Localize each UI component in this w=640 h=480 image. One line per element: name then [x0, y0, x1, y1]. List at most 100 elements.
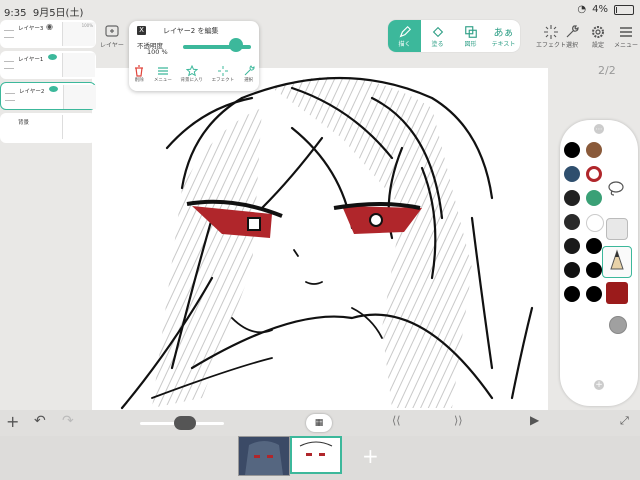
- tool-fill[interactable]: 塗る: [421, 20, 454, 52]
- settings-button[interactable]: 設定: [590, 24, 606, 49]
- layer-add-icon: [105, 25, 119, 37]
- tool-shapes-label: 図形: [464, 40, 477, 48]
- layer-name: 背景: [18, 120, 30, 126]
- layer-select-label: 選択: [244, 78, 254, 83]
- favorite-button[interactable]: 背景に入り: [180, 65, 203, 83]
- color-swatch[interactable]: [564, 190, 580, 206]
- drawing-canvas[interactable]: [92, 68, 548, 410]
- brush-color-tool[interactable]: [606, 282, 628, 304]
- layer-edit-popup: X レイヤー2 を編集 不透明度 100 % 削除 メニュー 背景に入り エフェ…: [129, 21, 259, 91]
- drag-handle-icon[interactable]: [5, 93, 15, 101]
- eye-closed-icon[interactable]: ◉: [46, 22, 53, 31]
- color-swatch[interactable]: [586, 214, 604, 232]
- play-icon[interactable]: ▶: [530, 413, 539, 427]
- add-color-icon[interactable]: +: [594, 380, 604, 390]
- tool-text[interactable]: あぁ テキスト: [487, 20, 520, 52]
- delete-button[interactable]: 削除: [133, 65, 145, 83]
- color-swatch[interactable]: [564, 142, 580, 158]
- layer-item-1[interactable]: レイヤー1: [0, 51, 96, 79]
- color-swatch[interactable]: [564, 238, 580, 254]
- layer-thumbnail: [63, 85, 96, 109]
- drag-handle-icon[interactable]: [4, 30, 14, 38]
- pencil-icon: [399, 25, 411, 37]
- close-button[interactable]: X: [137, 26, 146, 35]
- secondary-color-tool[interactable]: [609, 316, 627, 334]
- color-palette: ⋯ +: [560, 120, 638, 406]
- frame-thumbnail-2[interactable]: [290, 436, 342, 474]
- layer-panel: レイヤー3 ◉ 100% レイヤー1 レイヤー2 背景: [0, 20, 98, 144]
- pencil-tool-icon[interactable]: [602, 246, 632, 278]
- color-swatch[interactable]: [586, 190, 602, 206]
- opacity-value: 100 %: [147, 48, 168, 56]
- wrench-icon: [566, 25, 579, 38]
- color-swatch[interactable]: [586, 166, 602, 182]
- eraser-icon[interactable]: [606, 218, 628, 240]
- gear-icon: [592, 26, 604, 38]
- layer-button[interactable]: レイヤー: [100, 24, 124, 49]
- battery-percent: 4%: [592, 4, 608, 15]
- color-swatch[interactable]: [564, 214, 580, 230]
- layer-opacity-badge: 100%: [81, 23, 93, 28]
- tool-group: 描く 塗る 図形 あぁ テキスト: [388, 20, 520, 52]
- color-swatch[interactable]: [586, 142, 602, 158]
- select-button[interactable]: 選択: [564, 24, 580, 49]
- layer-name: レイヤー1: [18, 57, 44, 63]
- next-frame-icon[interactable]: ⟩⟩: [454, 414, 463, 427]
- tool-draw-label: 描く: [398, 40, 411, 48]
- color-swatch[interactable]: [564, 262, 580, 278]
- layer-thumbnail: 100%: [62, 22, 95, 46]
- layer-thumbnail: [62, 53, 95, 77]
- status-time: 9:35 9月5日(土): [4, 8, 84, 19]
- layer-select-button[interactable]: 選択: [243, 65, 255, 83]
- effect-button[interactable]: エフェクト: [536, 24, 566, 49]
- color-swatch[interactable]: [586, 262, 602, 278]
- fullscreen-icon[interactable]: ⤢: [620, 414, 629, 428]
- status-icons: ◔ 4%: [577, 4, 634, 15]
- shapes-icon: [464, 25, 477, 38]
- brush-size-knob[interactable]: [173, 416, 196, 430]
- add-icon[interactable]: +: [6, 412, 19, 431]
- layer-menu-label: メニュー: [153, 78, 172, 83]
- menu-button[interactable]: メニュー: [614, 24, 638, 49]
- undo-icon[interactable]: ↶: [34, 413, 46, 429]
- color-swatch[interactable]: [564, 286, 580, 302]
- layer-menu-button[interactable]: メニュー: [154, 65, 172, 83]
- layer-effect-button[interactable]: エフェクト: [212, 65, 234, 83]
- more-icon[interactable]: ⋯: [594, 124, 604, 134]
- popup-actions: 削除 メニュー 背景に入り エフェクト 選択: [129, 65, 259, 83]
- bucket-icon: [432, 26, 443, 37]
- battery-icon: [614, 4, 634, 15]
- opacity-slider-knob[interactable]: [229, 38, 243, 52]
- redo-icon[interactable]: ↷: [62, 413, 74, 429]
- film-icon[interactable]: ▦: [306, 414, 332, 432]
- color-swatch[interactable]: [564, 166, 580, 182]
- lasso-icon[interactable]: [606, 180, 626, 196]
- layer-name: レイヤー2: [19, 89, 45, 95]
- layer-item-background[interactable]: 背景: [0, 113, 96, 143]
- sketch-artwork: [120, 76, 534, 410]
- tool-draw[interactable]: 描く: [388, 20, 421, 52]
- tool-fill-label: 塗る: [431, 40, 444, 48]
- color-swatch[interactable]: [586, 238, 602, 254]
- wrench-icon: [244, 65, 255, 76]
- eye-icon[interactable]: [48, 54, 57, 60]
- frame-strip: +: [0, 436, 640, 480]
- frame-thumbnail-1[interactable]: [238, 436, 290, 476]
- menu-icon: [157, 67, 168, 75]
- eye-icon[interactable]: [49, 86, 58, 92]
- drag-handle-icon[interactable]: [4, 61, 14, 69]
- popup-title: レイヤー2 を編集: [163, 27, 219, 35]
- prev-frame-icon[interactable]: ⟨⟨: [392, 414, 401, 427]
- add-frame-icon[interactable]: +: [362, 444, 379, 468]
- tool-text-label: テキスト: [491, 41, 516, 48]
- tool-shapes[interactable]: 図形: [454, 20, 487, 52]
- sparkle-icon: [217, 66, 228, 76]
- favorite-label: 背景に入り: [180, 78, 203, 83]
- trash-icon: [135, 65, 144, 77]
- star-icon: [185, 65, 198, 77]
- layer-item-2[interactable]: レイヤー2: [0, 82, 96, 110]
- delete-label: 削除: [134, 78, 144, 83]
- color-swatch[interactable]: [586, 286, 602, 302]
- layer-item-3[interactable]: レイヤー3 ◉ 100%: [0, 20, 96, 48]
- page-indicator: 2/2: [598, 64, 616, 77]
